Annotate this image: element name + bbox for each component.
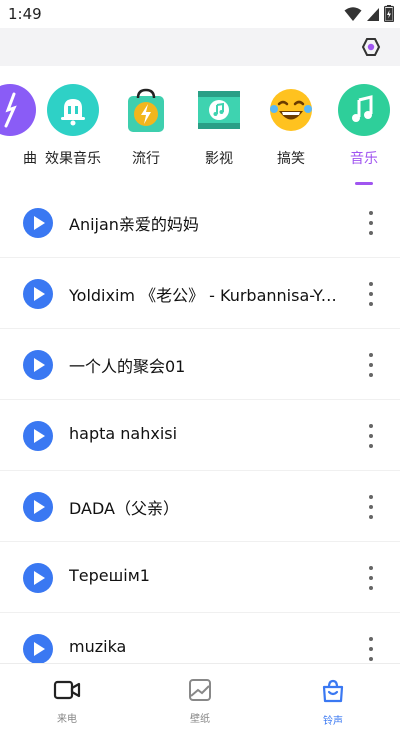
nav-label: 来电 bbox=[57, 714, 77, 725]
more-options-button[interactable] bbox=[364, 211, 378, 235]
play-button[interactable] bbox=[23, 279, 53, 309]
play-button[interactable] bbox=[23, 350, 53, 380]
more-options-button[interactable] bbox=[364, 637, 378, 661]
play-icon bbox=[34, 642, 45, 656]
song-title: muzika bbox=[69, 637, 127, 656]
category-item-3[interactable]: 影视 bbox=[183, 78, 255, 188]
song-title: Терешім1 bbox=[69, 566, 150, 585]
nav-item-ringtone[interactable]: 铃声 bbox=[293, 678, 373, 727]
film-music-icon bbox=[193, 84, 245, 136]
status-bar: 1:49 bbox=[0, 0, 400, 28]
ringtone-list[interactable]: Anijan亲爱的妈妈 Yoldixim 《老公》 - Kurbannisa-Y… bbox=[0, 187, 400, 663]
category-label: 影视 bbox=[205, 151, 233, 167]
category-item-2[interactable]: 流行 bbox=[110, 78, 182, 188]
list-item[interactable]: Anijan亲爱的妈妈 bbox=[0, 187, 400, 258]
category-label: 曲 bbox=[23, 151, 37, 167]
laughing-face-icon bbox=[265, 84, 317, 136]
category-label: 搞笑 bbox=[277, 151, 305, 167]
song-title: hapta nahxisi bbox=[69, 424, 178, 443]
list-item[interactable]: DADA（父亲） bbox=[0, 471, 400, 542]
bottom-nav: 来电 壁纸 铃声 bbox=[0, 663, 400, 750]
nav-label: 壁纸 bbox=[190, 714, 210, 725]
category-item-4[interactable]: 搞笑 bbox=[255, 78, 327, 188]
song-title: 一个人的聚会01 bbox=[69, 357, 186, 376]
wallpaper-icon bbox=[189, 679, 211, 701]
signal-icon bbox=[367, 7, 379, 21]
status-time: 1:49 bbox=[8, 5, 42, 23]
play-button[interactable] bbox=[23, 563, 53, 593]
more-options-button[interactable] bbox=[364, 424, 378, 448]
bell-icon bbox=[47, 84, 99, 136]
lightning-bag-icon bbox=[120, 84, 172, 136]
play-button[interactable] bbox=[23, 492, 53, 522]
wifi-icon bbox=[344, 6, 362, 21]
list-item[interactable]: Yoldixim 《老公》 - Kurbannisa-Yolwas bbox=[0, 258, 400, 329]
list-item[interactable]: 一个人的聚会01 bbox=[0, 329, 400, 400]
shopping-bag-icon bbox=[322, 679, 344, 703]
category-label: 流行 bbox=[132, 151, 160, 167]
nav-label: 铃声 bbox=[323, 716, 343, 727]
song-title: DADA（父亲） bbox=[69, 499, 179, 518]
feather-icon bbox=[0, 84, 36, 136]
play-button[interactable] bbox=[23, 421, 53, 451]
nav-item-wallpaper[interactable]: 壁纸 bbox=[160, 678, 240, 725]
song-title: Anijan亲爱的妈妈 bbox=[69, 215, 199, 234]
play-icon bbox=[34, 287, 45, 301]
category-strip[interactable]: 曲 效果音乐 流行 影视 搞笑 音乐 bbox=[0, 78, 400, 188]
list-item[interactable]: muzika bbox=[0, 613, 400, 663]
category-label: 音乐 bbox=[350, 151, 378, 167]
play-icon bbox=[34, 429, 45, 443]
status-icons bbox=[344, 5, 394, 22]
play-icon bbox=[34, 358, 45, 372]
more-options-button[interactable] bbox=[364, 495, 378, 519]
settings-icon bbox=[361, 38, 381, 56]
play-button[interactable] bbox=[23, 208, 53, 238]
battery-icon bbox=[384, 5, 394, 22]
category-label: 效果音乐 bbox=[45, 151, 101, 167]
play-icon bbox=[34, 500, 45, 514]
list-item[interactable]: hapta nahxisi bbox=[0, 400, 400, 471]
more-options-button[interactable] bbox=[364, 282, 378, 306]
nav-item-caller[interactable]: 来电 bbox=[27, 678, 107, 725]
play-button[interactable] bbox=[23, 634, 53, 663]
search-area bbox=[0, 28, 400, 66]
category-item-1[interactable]: 效果音乐 bbox=[37, 78, 109, 188]
settings-button[interactable] bbox=[360, 36, 382, 58]
more-options-button[interactable] bbox=[364, 566, 378, 590]
list-item[interactable]: Терешім1 bbox=[0, 542, 400, 613]
music-note-icon bbox=[338, 84, 390, 136]
song-title: Yoldixim 《老公》 - Kurbannisa-Yolwas bbox=[69, 286, 339, 305]
category-item-5[interactable]: 音乐 bbox=[328, 78, 400, 188]
active-category-indicator bbox=[355, 182, 373, 185]
video-camera-icon bbox=[53, 680, 81, 700]
play-icon bbox=[34, 571, 45, 585]
play-icon bbox=[34, 216, 45, 230]
more-options-button[interactable] bbox=[364, 353, 378, 377]
